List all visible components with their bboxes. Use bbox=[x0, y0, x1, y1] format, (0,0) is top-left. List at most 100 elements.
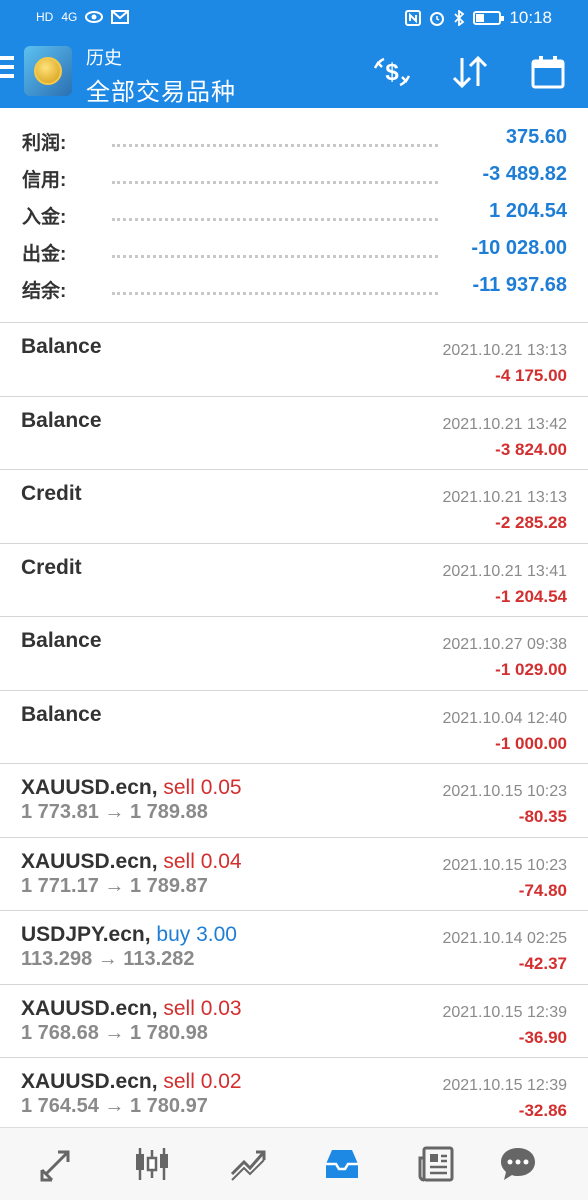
deal-side: buy 3.00 bbox=[156, 923, 237, 946]
deal-symbol: Balance bbox=[21, 629, 102, 652]
deal-profit: -1 000.00 bbox=[495, 734, 567, 753]
summary-value: -3 489.82 bbox=[482, 163, 567, 185]
deal-row[interactable]: Balance 2021.10.04 12:40 -1 000.00 bbox=[0, 690, 588, 763]
deal-symbol: XAUUSD.ecn, bbox=[21, 776, 158, 799]
summary-value: 375.60 bbox=[505, 126, 567, 148]
battery-icon bbox=[473, 11, 505, 25]
deal-symbol: Credit bbox=[21, 482, 82, 505]
arrows-icon bbox=[40, 1150, 70, 1182]
calendar-icon bbox=[531, 56, 565, 89]
deal-prices: 113.298 → 113.282 bbox=[21, 948, 195, 970]
deal-side: sell 0.04 bbox=[163, 850, 242, 873]
nav-news[interactable] bbox=[414, 1142, 458, 1186]
alarm-icon bbox=[430, 12, 445, 26]
summary-value: 1 204.54 bbox=[489, 200, 567, 222]
deal-prices: 1 771.17 → 1 789.87 bbox=[21, 875, 208, 897]
summary-value: -11 937.68 bbox=[472, 274, 567, 296]
deal-row[interactable]: Balance 2021.10.27 09:38 -1 029.00 bbox=[0, 616, 588, 689]
nav-quotes[interactable] bbox=[36, 1142, 80, 1186]
mail-icon bbox=[111, 10, 130, 24]
hd-icon: HD bbox=[36, 10, 54, 24]
calendar-button[interactable] bbox=[526, 50, 570, 94]
bluetooth-icon bbox=[454, 10, 465, 26]
eye-icon bbox=[85, 11, 104, 23]
deal-title: XAUUSD.ecn, sell 0.05 bbox=[21, 776, 242, 800]
deal-row[interactable]: XAUUSD.ecn, sell 0.04 1 771.17 → 1 789.8… bbox=[0, 837, 588, 910]
deal-profit: -1 204.54 bbox=[495, 587, 567, 606]
trend-icon bbox=[230, 1150, 266, 1181]
deal-symbol: USDJPY.ecn, bbox=[21, 923, 151, 946]
summary-row-credit: 信用: -3 489.82 bbox=[0, 161, 588, 198]
deal-title: USDJPY.ecn, buy 3.00 bbox=[21, 923, 237, 947]
deal-row[interactable]: XAUUSD.ecn, sell 0.02 1 764.54 → 1 780.9… bbox=[0, 1057, 588, 1127]
inbox-icon bbox=[326, 1150, 358, 1178]
deal-symbol: XAUUSD.ecn, bbox=[21, 1070, 158, 1093]
account-summary: 利润: 375.60 信用: -3 489.82 入金: 1 204.54 出金… bbox=[0, 116, 588, 322]
deal-profit: -2 285.28 bbox=[495, 513, 567, 532]
deal-row[interactable]: Balance 2021.10.21 13:42 -3 824.00 bbox=[0, 396, 588, 469]
summary-label: 结余: bbox=[22, 281, 67, 302]
symbol-filter[interactable]: 全部交易品种 bbox=[86, 72, 236, 107]
deal-symbol: XAUUSD.ecn, bbox=[21, 997, 158, 1020]
menu-icon[interactable] bbox=[0, 56, 14, 84]
deal-profit: -42.37 bbox=[518, 954, 567, 973]
deal-time: 2021.10.15 10:23 bbox=[442, 783, 567, 800]
summary-row-profit: 利润: 375.60 bbox=[0, 124, 588, 161]
deal-time: 2021.10.15 12:39 bbox=[442, 1077, 567, 1094]
deal-time: 2021.10.15 10:23 bbox=[442, 857, 567, 874]
deal-row[interactable]: XAUUSD.ecn, sell 0.03 1 768.68 → 1 780.9… bbox=[0, 984, 588, 1057]
deal-side: sell 0.05 bbox=[163, 776, 242, 799]
chat-icon bbox=[501, 1148, 535, 1180]
deal-symbol: Balance bbox=[21, 703, 102, 726]
dotted-leader bbox=[112, 218, 438, 221]
dotted-leader bbox=[112, 255, 438, 258]
summary-row-balance: 结余: -11 937.68 bbox=[0, 272, 588, 309]
summary-value: -10 028.00 bbox=[471, 237, 567, 259]
deal-time: 2021.10.04 12:40 bbox=[442, 710, 567, 727]
deal-time: 2021.10.21 13:13 bbox=[442, 489, 567, 506]
deal-time: 2021.10.21 13:42 bbox=[442, 416, 567, 433]
nav-trade[interactable] bbox=[226, 1142, 270, 1186]
deal-row[interactable]: XAUUSD.ecn, sell 0.05 1 773.81 → 1 789.8… bbox=[0, 763, 588, 836]
summary-row-withdrawal: 出金: -10 028.00 bbox=[0, 235, 588, 272]
deal-symbol: Balance bbox=[21, 335, 102, 358]
deal-row[interactable]: Credit 2021.10.21 13:41 -1 204.54 bbox=[0, 543, 588, 616]
summary-label: 出金: bbox=[22, 244, 67, 265]
summary-label: 利润: bbox=[22, 133, 67, 154]
deal-row[interactable]: USDJPY.ecn, buy 3.00 113.298 → 113.282 2… bbox=[0, 910, 588, 983]
deal-row[interactable]: Balance 2021.10.21 13:13 -4 175.00 bbox=[0, 322, 588, 395]
deal-time: 2021.10.21 13:41 bbox=[442, 563, 567, 580]
summary-label: 信用: bbox=[22, 170, 67, 191]
news-icon bbox=[418, 1146, 454, 1182]
deal-side: sell 0.03 bbox=[163, 997, 242, 1020]
nav-chat[interactable] bbox=[496, 1142, 540, 1186]
deal-prices: 1 773.81 → 1 789.88 bbox=[21, 801, 208, 823]
deal-title: XAUUSD.ecn, sell 0.04 bbox=[21, 850, 242, 874]
deal-symbol: XAUUSD.ecn, bbox=[21, 850, 158, 873]
deal-prices: 1 768.68 → 1 780.98 bbox=[21, 1022, 208, 1044]
sort-arrows-icon bbox=[452, 55, 488, 89]
currency-button[interactable]: $ bbox=[370, 50, 414, 94]
summary-label: 入金: bbox=[22, 207, 67, 228]
status-bar: HD 4G 10:18 bbox=[0, 0, 588, 36]
deal-prices: 1 764.54 → 1 780.97 bbox=[21, 1095, 208, 1117]
nav-history[interactable] bbox=[320, 1142, 364, 1186]
svg-text:$: $ bbox=[385, 59, 399, 86]
deal-time: 2021.10.15 12:39 bbox=[442, 1004, 567, 1021]
app-logo[interactable] bbox=[24, 46, 72, 96]
nav-chart[interactable] bbox=[130, 1142, 174, 1186]
deal-profit: -1 029.00 bbox=[495, 660, 567, 679]
deal-profit: -4 175.00 bbox=[495, 366, 567, 385]
sort-button[interactable] bbox=[448, 50, 492, 94]
deal-symbol: Credit bbox=[21, 556, 82, 579]
dollar-refresh-icon: $ bbox=[373, 57, 411, 87]
dotted-leader bbox=[112, 292, 438, 295]
page-title: 历史 bbox=[86, 48, 122, 68]
deal-row[interactable]: Credit 2021.10.21 13:13 -2 285.28 bbox=[0, 469, 588, 542]
deal-profit: -80.35 bbox=[518, 807, 567, 826]
dotted-leader bbox=[112, 181, 438, 184]
deal-profit: -74.80 bbox=[518, 881, 567, 900]
deal-title: XAUUSD.ecn, sell 0.02 bbox=[21, 1070, 242, 1094]
signal-icon: 4G bbox=[61, 10, 78, 24]
bottom-nav bbox=[0, 1127, 588, 1200]
